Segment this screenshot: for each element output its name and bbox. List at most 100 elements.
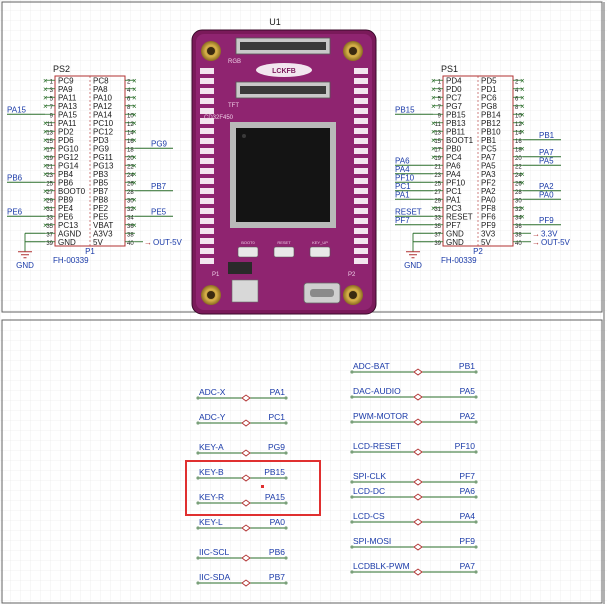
ps2-ref: PS2 [53,64,70,74]
module-pad-icon [354,88,368,94]
alias-net: PA6 [460,486,476,496]
module-pad-icon [354,68,368,74]
regulator-icon [228,262,252,274]
alias-net: PB6 [269,547,285,557]
net-label: PA0 [539,190,554,199]
power-port-icon: → [532,229,540,238]
mounting-hole-center-icon [207,291,215,299]
module-pad-icon [354,168,368,174]
module-ref: U1 [269,17,281,27]
net-label: PE5 [151,207,167,216]
module-pad-icon [354,248,368,254]
net-label: PB15 [395,105,415,114]
alias-net: PC1 [268,412,285,422]
out-5v-label: OUT-5V [153,238,183,247]
alias-net: PA5 [460,386,476,396]
alias-net: PB15 [264,467,285,477]
no-connect-icon: × [520,178,525,187]
module-pad-icon [200,178,214,184]
module-u1: U1 RGB TFT LCKFB CD32F450 BOOT0 RESET KE… [191,17,377,315]
board-label-p1: P1 [212,272,220,278]
v33-label: 3.3V [541,229,558,238]
no-connect-icon: × [520,127,525,136]
net-label: PB6 [7,173,23,182]
boot0-button-icon [237,246,259,258]
no-connect-icon: × [43,170,48,179]
ps1-ref: PS1 [441,64,458,74]
module-pad-icon [354,228,368,234]
module-pad-icon [200,248,214,254]
board-label-p2: P2 [348,272,356,278]
net-label: PF9 [539,216,554,225]
chip-label: CD32F450 [204,115,234,121]
alias-net: PG9 [268,442,285,452]
mcu-pin1-dot-icon [242,134,246,138]
module-pad-icon [200,148,214,154]
module-pad-icon [200,168,214,174]
alias-net: PA0 [270,517,286,527]
alias-name: SPI-CLK [353,471,386,481]
module-pad-icon [200,188,214,194]
module-pad-icon [354,98,368,104]
pin-label: GND [58,238,76,247]
module-pad-icon [200,158,214,164]
module-pad-icon [354,158,368,164]
no-connect-icon: × [431,153,436,162]
module-pad-icon [200,258,214,264]
no-connect-icon: × [132,136,137,145]
usb-c-opening-icon [310,289,334,297]
alias-net: PF7 [459,471,475,481]
module-pad-icon [200,128,214,134]
jst-connector-icon [231,279,259,303]
alias-name: ADC-Y [199,412,226,422]
module-pad-icon [200,108,214,114]
module-pad-icon [354,118,368,124]
net-label: PA5 [539,156,554,165]
module-pad-icon [200,208,214,214]
net-label: PG9 [151,139,168,148]
net-label: PA1 [395,190,410,199]
power-port-icon: → [144,238,152,247]
module-pad-icon [354,198,368,204]
module-pad-icon [354,78,368,84]
no-connect-icon: × [520,212,525,221]
alias-name: KEY-B [199,467,224,477]
alias-name: LCD-RESET [353,441,401,451]
mounting-hole-center-icon [207,47,215,55]
no-connect-icon: × [43,204,48,213]
alias-name: KEY-R [199,492,224,502]
button-label-boot0: BOOT0 [241,240,255,245]
no-connect-icon: × [132,204,137,213]
module-pad-icon [354,188,368,194]
no-connect-icon: × [132,178,137,187]
alias-name: LCD-DC [353,486,385,496]
schematic-canvas: U1 RGB TFT LCKFB CD32F450 BOOT0 RESET KE… [0,0,607,604]
alias-name: KEY-A [199,442,224,452]
pin-label: 5V [93,238,103,247]
alias-name: ADC-BAT [353,361,390,371]
button-label-reset: RESET [277,240,291,245]
alias-name: IIC-SCL [199,547,230,557]
ps2-sub: P1 [85,247,95,256]
reset-button-icon [273,246,295,258]
gnd-label: GND [404,261,422,270]
module-pad-icon [354,178,368,184]
module-pad-icon [354,238,368,244]
ps1-sub: P2 [473,247,483,256]
module-pad-icon [200,98,214,104]
alias-name: PWM-MOTOR [353,411,408,421]
alias-name: LCDBLK-PWM [353,561,410,571]
alias-net: PA4 [460,511,476,521]
alias-net: PB7 [269,572,285,582]
module-pad-icon [200,228,214,234]
alias-name: KEY-L [199,517,223,527]
module-pad-icon [354,148,368,154]
module-pad-icon [354,218,368,224]
rgb-fpc-slot [240,42,326,50]
tft-fpc-slot [240,86,326,94]
alias-name: ADC-X [199,387,226,397]
label-tft: TFT [228,103,239,109]
module-pad-icon [200,218,214,224]
no-connect-icon: × [43,102,48,111]
module-pad-icon [354,258,368,264]
